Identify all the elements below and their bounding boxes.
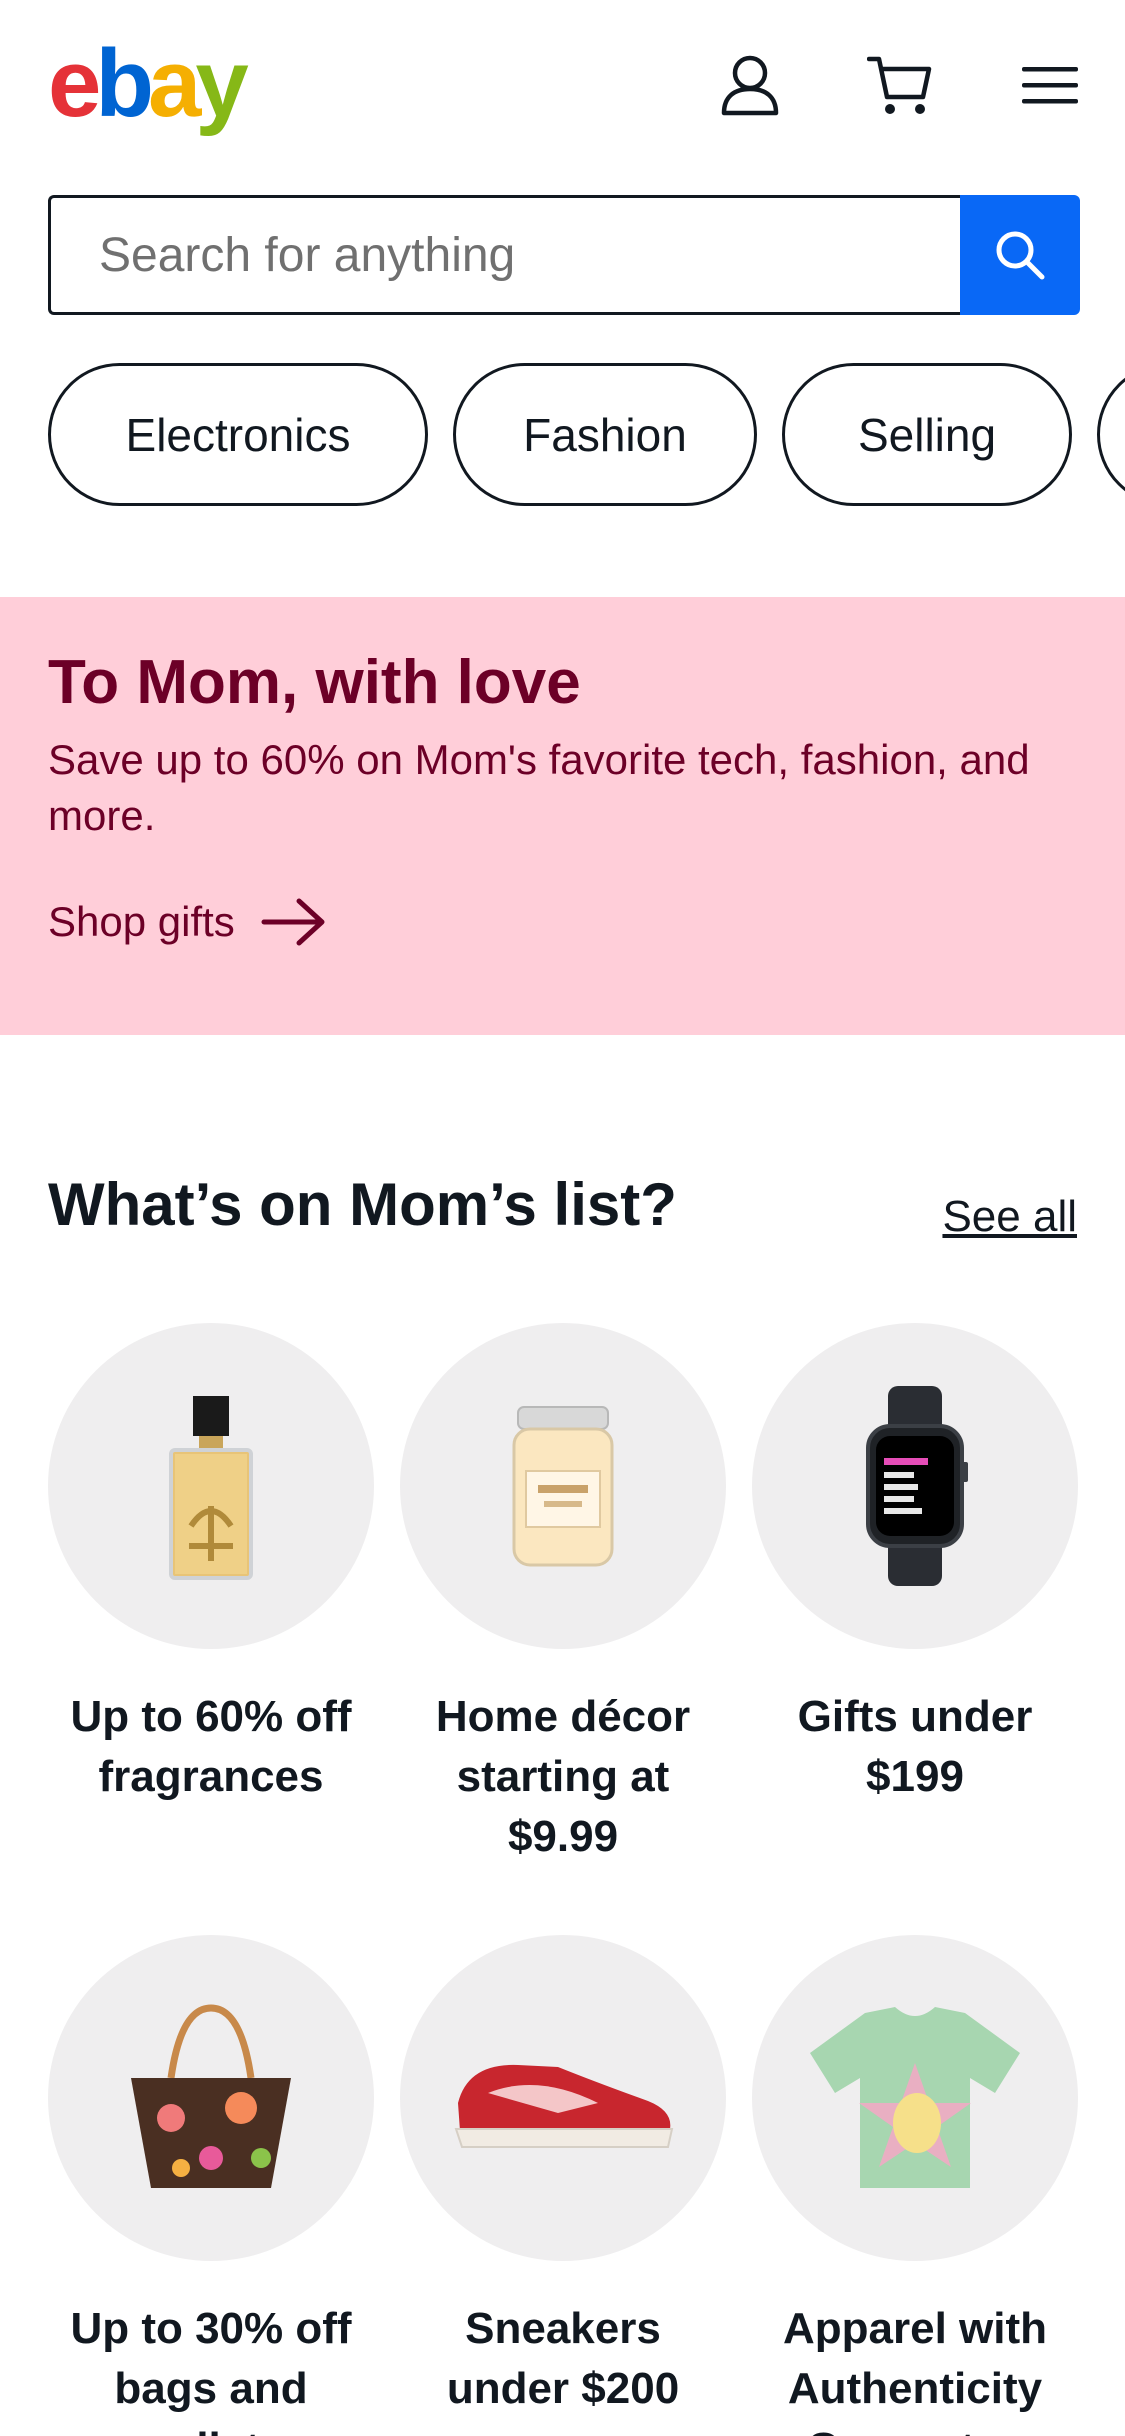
- chip-electronics[interactable]: Electronics: [48, 363, 428, 506]
- promo-banner[interactable]: To Mom, with love Save up to 60% on Mom'…: [0, 597, 1125, 1035]
- search-icon: [996, 231, 1045, 280]
- category-chips: Electronics Fashion Selling: [48, 363, 1125, 508]
- tile-image: [752, 1935, 1078, 2261]
- chip-next-partial[interactable]: [1097, 363, 1125, 506]
- cart-icon[interactable]: [865, 50, 935, 120]
- tile-image: [48, 1935, 374, 2261]
- shop-gifts-link[interactable]: Shop gifts: [48, 897, 327, 947]
- section-title: What’s on Mom’s list?: [48, 1171, 677, 1238]
- tile-bags-wallets[interactable]: Up to 30% off bags and wallets: [48, 1935, 374, 2436]
- chip-label: Selling: [857, 408, 997, 461]
- chip-label: Electronics: [125, 408, 351, 461]
- menu-icon[interactable]: [1015, 50, 1085, 120]
- logo-letter-e: e: [48, 30, 101, 137]
- tile-image: [48, 1323, 374, 1649]
- tile-label: Apparel with Authenticity Guarantee: [782, 2304, 1048, 2436]
- tile-label: Up to 30% off bags and wallets: [70, 2304, 352, 2436]
- ebay-home-page: ebay Search for anything Electronics Fas…: [0, 0, 1125, 2436]
- chip-label: Fashion: [523, 408, 687, 461]
- sneaker-icon: [454, 2064, 674, 2148]
- logo-letter-b: b: [95, 30, 154, 137]
- tile-image: [400, 1935, 726, 2261]
- account-icon[interactable]: [715, 50, 785, 120]
- tile-gifts-under-199[interactable]: Gifts under $199: [752, 1323, 1078, 1807]
- tile-fragrances[interactable]: Up to 60% off fragrances: [48, 1323, 374, 1807]
- logo-letter-y: y: [195, 30, 248, 137]
- search-input[interactable]: [48, 195, 960, 315]
- tile-label: Home décor starting at $9.99: [435, 1692, 691, 1861]
- candle-jar-icon: [512, 1406, 614, 1567]
- search-button[interactable]: [960, 195, 1080, 315]
- search-bar: [48, 195, 1080, 315]
- tile-sneakers[interactable]: Sneakers under $200: [400, 1935, 726, 2419]
- tile-image: [400, 1323, 726, 1649]
- tile-apparel[interactable]: Apparel with Authenticity Guarantee: [752, 1935, 1078, 2436]
- tile-home-decor[interactable]: Home décor starting at $9.99: [400, 1323, 726, 1867]
- see-all-link[interactable]: See all: [942, 1192, 1077, 1242]
- tile-image: [752, 1323, 1078, 1649]
- arrow-right-icon: [261, 898, 325, 946]
- t-shirt-icon: [810, 2007, 1020, 2188]
- shop-gifts-label: Shop gifts: [48, 898, 235, 945]
- perfume-bottle-icon: [169, 1396, 253, 1580]
- handbag-icon: [131, 2004, 291, 2188]
- ebay-logo[interactable]: ebay: [48, 30, 249, 137]
- banner-subtitle: Save up to 60% on Mom's favorite tech, f…: [48, 736, 1030, 839]
- tile-label: Sneakers under $200: [446, 2304, 680, 2413]
- logo-letter-a: a: [148, 30, 201, 137]
- tile-label: Gifts under $199: [797, 1692, 1033, 1801]
- header: ebay: [0, 0, 1125, 170]
- banner-title: To Mom, with love: [48, 648, 581, 717]
- chip-fashion[interactable]: Fashion: [453, 363, 757, 506]
- smartwatch-icon: [866, 1386, 968, 1586]
- chip-selling[interactable]: Selling: [782, 363, 1072, 506]
- tile-label: Up to 60% off fragrances: [70, 1692, 352, 1801]
